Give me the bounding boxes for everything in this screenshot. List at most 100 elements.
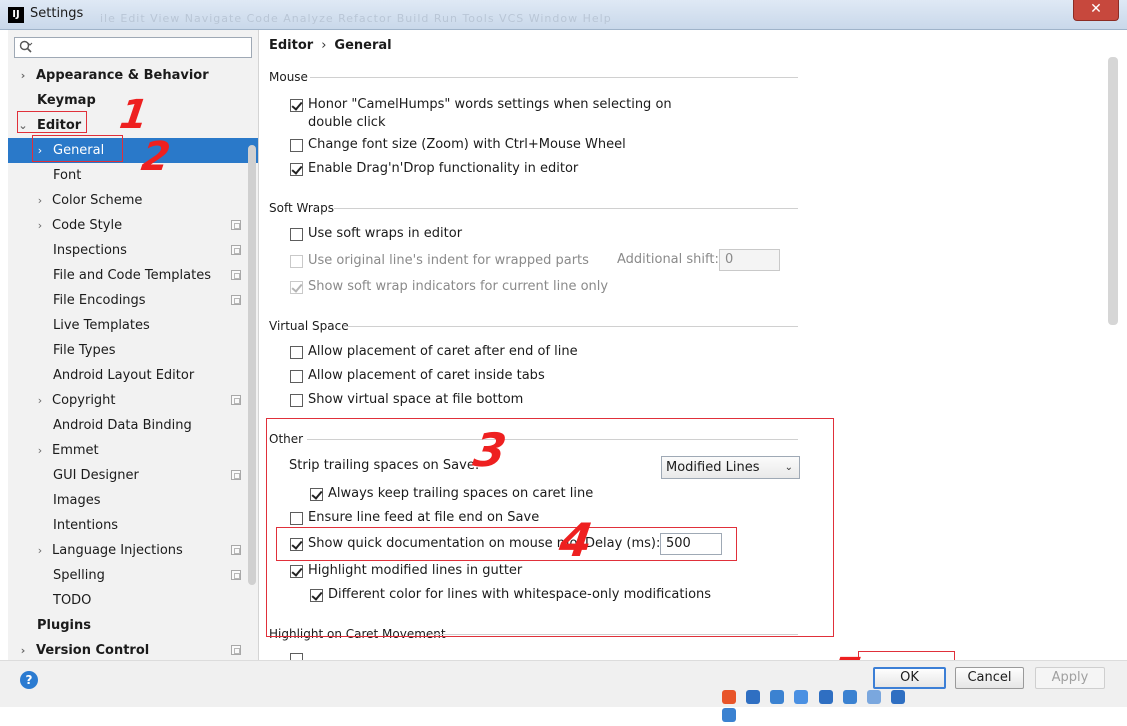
input-method-toolbar [722, 690, 932, 722]
sidebar-item-inspections[interactable]: Inspections [8, 238, 258, 263]
sidebar-item-font[interactable]: Font [8, 163, 258, 188]
close-button[interactable]: ✕ [1073, 0, 1119, 21]
caret-inside-tabs-checkbox[interactable] [290, 370, 303, 383]
sidebar-item-file-encodings[interactable]: File Encodings [8, 288, 258, 313]
dragdrop-checkbox[interactable] [290, 163, 303, 176]
help-button[interactable]: ? [20, 671, 38, 689]
wrench-icon[interactable] [722, 708, 736, 722]
line-feed-checkbox[interactable] [290, 512, 303, 525]
sidebar-item-label: GUI Designer [53, 468, 139, 483]
zoom-checkbox[interactable] [290, 139, 303, 152]
sidebar-item-appearance[interactable]: › Appearance & Behavior [8, 63, 258, 88]
sidebar-item-label: Appearance & Behavior [36, 68, 209, 83]
sidebar-scrollbar[interactable] [248, 145, 256, 585]
partial-checkbox[interactable] [290, 653, 303, 660]
caret-inside-tabs-label: Allow placement of caret inside tabs [308, 368, 545, 383]
sidebar-item-label: Keymap [37, 93, 96, 108]
punctuation-icon[interactable] [794, 690, 809, 704]
project-settings-icon [231, 645, 241, 655]
sidebar-item-file-code-templates[interactable]: File and Code Templates [8, 263, 258, 288]
divider [334, 208, 798, 209]
sidebar-item-label: General [53, 143, 105, 158]
sidebar-item-plugins[interactable]: Plugins [8, 613, 258, 638]
shirt-icon[interactable] [890, 690, 905, 704]
virtual-space-bottom-option[interactable]: Show virtual space at file bottom [290, 391, 523, 409]
sidebar-item-label: File and Code Templates [53, 268, 211, 283]
strip-trailing-select[interactable]: Modified Lines ⌄ [661, 456, 800, 479]
moon-icon[interactable] [770, 690, 785, 704]
caret-after-end-option[interactable]: Allow placement of caret after end of li… [290, 343, 578, 361]
keep-trailing-label: Always keep trailing spaces on caret lin… [328, 486, 594, 501]
sogou-icon[interactable] [722, 690, 736, 704]
sidebar-item-android-data-binding[interactable]: Android Data Binding [8, 413, 258, 438]
virtual-space-bottom-label: Show virtual space at file bottom [308, 392, 524, 407]
strip-trailing-value: Modified Lines [666, 460, 760, 475]
sidebar-item-gui-designer[interactable]: GUI Designer [8, 463, 258, 488]
sidebar-item-label: Intentions [53, 518, 119, 533]
sidebar-item-spelling[interactable]: Spelling [8, 563, 258, 588]
different-color-label: Different color for lines with whitespac… [328, 587, 712, 602]
camelhumps-option[interactable]: Honor "CamelHumps" words settings when s… [290, 96, 672, 132]
soft-wraps-checkbox[interactable] [290, 228, 303, 241]
chevron-right-icon[interactable]: › [35, 438, 45, 463]
dragdrop-label: Enable Drag'n'Drop functionality in edit… [308, 161, 579, 176]
sidebar-item-todo[interactable]: TODO [8, 588, 258, 613]
chevron-right-icon[interactable]: › [35, 188, 45, 213]
chevron-right-icon[interactable]: › [35, 538, 45, 563]
sidebar-item-label: Color Scheme [52, 193, 143, 208]
sidebar-item-copyright[interactable]: › Copyright [8, 388, 258, 413]
caret-inside-tabs-option[interactable]: Allow placement of caret inside tabs [290, 367, 545, 385]
sidebar-item-general[interactable]: › General [8, 138, 258, 163]
chevron-right-icon[interactable]: › [35, 138, 45, 163]
sidebar-item-android-layout-editor[interactable]: Android Layout Editor [8, 363, 258, 388]
keep-trailing-option[interactable]: Always keep trailing spaces on caret lin… [310, 485, 593, 503]
camelhumps-checkbox[interactable] [290, 99, 303, 112]
quick-doc-checkbox[interactable] [290, 538, 303, 551]
quick-doc-option[interactable]: Show quick documentation on mouse move [290, 535, 593, 553]
keyboard-icon[interactable] [842, 690, 857, 704]
highlight-modified-option[interactable]: Highlight modified lines in gutter [290, 562, 522, 580]
sidebar-item-intentions[interactable]: Intentions [8, 513, 258, 538]
original-indent-option: Use original line's indent for wrapped p… [290, 252, 589, 270]
caret-after-end-checkbox[interactable] [290, 346, 303, 359]
search-input[interactable] [45, 39, 245, 56]
user-icon[interactable] [866, 690, 881, 704]
chevron-right-icon[interactable]: › [35, 388, 45, 413]
sidebar-item-code-style[interactable]: › Code Style [8, 213, 258, 238]
dragdrop-option[interactable]: Enable Drag'n'Drop functionality in edit… [290, 160, 578, 178]
different-color-option[interactable]: Different color for lines with whitespac… [310, 586, 711, 604]
line-feed-option[interactable]: Ensure line feed at file end on Save [290, 509, 539, 527]
chevron-down-icon[interactable]: ⌄ [18, 113, 28, 138]
cancel-button[interactable]: Cancel [955, 667, 1024, 689]
chinese-mode-icon[interactable] [746, 690, 761, 704]
soft-wrap-indicators-option: Show soft wrap indicators for current li… [290, 278, 608, 296]
breadcrumb-separator: › [321, 38, 327, 53]
chevron-right-icon[interactable]: › [18, 63, 28, 88]
annotation-box-other [266, 418, 834, 637]
sidebar-item-language-injections[interactable]: › Language Injections [8, 538, 258, 563]
chevron-right-icon[interactable]: › [35, 213, 45, 238]
ok-button[interactable]: OK [873, 667, 946, 689]
chevron-down-icon: ⌄ [784, 462, 793, 473]
sidebar-item-live-templates[interactable]: Live Templates [8, 313, 258, 338]
soft-wraps-option[interactable]: Use soft wraps in editor [290, 225, 462, 243]
sidebar-item-label: Editor [37, 118, 82, 133]
sidebar-item-color-scheme[interactable]: › Color Scheme [8, 188, 258, 213]
sidebar-item-label: Plugins [37, 618, 91, 633]
sidebar-item-images[interactable]: Images [8, 488, 258, 513]
search-box[interactable] [14, 37, 252, 58]
project-settings-icon [231, 545, 241, 555]
highlight-modified-checkbox[interactable] [290, 565, 303, 578]
sidebar-item-emmet[interactable]: › Emmet [8, 438, 258, 463]
section-title-caret-movement: Highlight on Caret Movement [269, 627, 446, 641]
soft-wraps-label: Use soft wraps in editor [308, 226, 463, 241]
keep-trailing-checkbox[interactable] [310, 488, 323, 501]
virtual-space-bottom-checkbox[interactable] [290, 394, 303, 407]
delay-field[interactable]: 500 [660, 533, 722, 555]
different-color-checkbox[interactable] [310, 589, 323, 602]
content-scrollbar[interactable] [1108, 57, 1118, 325]
sidebar-item-file-types[interactable]: File Types [8, 338, 258, 363]
breadcrumb-parent[interactable]: Editor [269, 38, 313, 53]
microphone-icon[interactable] [818, 690, 833, 704]
zoom-option[interactable]: Change font size (Zoom) with Ctrl+Mouse … [290, 136, 626, 154]
